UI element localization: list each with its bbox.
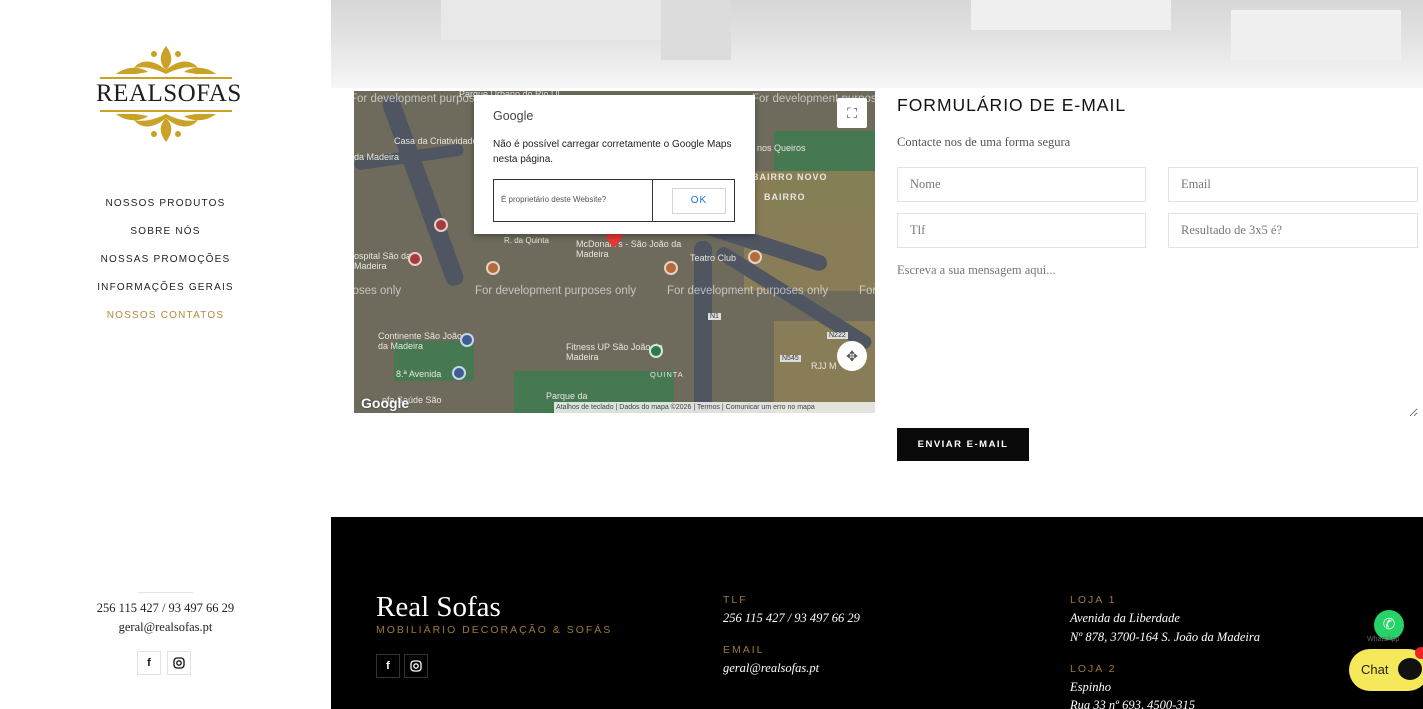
sidebar-phone[interactable]: 256 115 427 / 93 497 66 29 — [0, 601, 331, 616]
map-road-sign: N222 — [827, 332, 848, 339]
nav-item-about[interactable]: SOBRE NÓS — [0, 224, 331, 252]
map-label: BAIRRO NOVO — [752, 172, 828, 182]
map-camera-control-icon[interactable]: ✥ — [837, 341, 867, 371]
google-logo: Google — [361, 395, 410, 411]
map-label: R. da Quinta — [504, 236, 549, 245]
footer-email-label: EMAIL — [723, 644, 765, 656]
send-email-button[interactable]: ENVIAR E-MAIL — [897, 428, 1029, 461]
sidebar: REALSOFAS NOSSOS PRODUTOS SOBRE NÓS NOSS… — [0, 0, 331, 709]
email-field[interactable] — [1168, 167, 1418, 202]
facebook-icon[interactable]: f — [137, 651, 161, 675]
footer-tlf-label: TLF — [723, 594, 748, 606]
form-subtitle: Contacte nos de uma forma segura — [897, 135, 1071, 149]
map-label: ospital São da Madeira — [354, 251, 412, 271]
instagram-icon[interactable] — [404, 654, 428, 678]
map-label: Parque da — [546, 391, 588, 401]
nav-item-products[interactable]: NOSSOS PRODUTOS — [0, 196, 331, 224]
nav-item-promotions[interactable]: NOSSAS PROMOÇÕES — [0, 252, 331, 280]
facebook-icon[interactable]: f — [376, 654, 400, 678]
map-poi-icon[interactable] — [408, 252, 422, 266]
map-label: McDonald's - São João da Madeira — [576, 239, 682, 259]
hero-image — [331, 0, 1423, 88]
map-label: Teatro Club — [690, 253, 737, 263]
logo-text: REALSOFAS — [96, 80, 242, 107]
hero-shape — [661, 0, 731, 60]
hero-shape — [1231, 10, 1401, 60]
whatsapp-label: WhatsApp — [1367, 636, 1400, 643]
main-nav: NOSSOS PRODUTOS SOBRE NÓS NOSSAS PROMOÇÕ… — [0, 196, 331, 336]
map-road-sign: N545 — [780, 355, 801, 362]
footer-store1-line2: Nº 878, 3700-164 S. João da Madeira — [1070, 630, 1260, 644]
chat-label: Chat — [1361, 662, 1389, 677]
footer-brand: Real Sofas — [376, 591, 501, 623]
instagram-icon[interactable] — [167, 651, 191, 675]
footer-store2-line2: Rua 33 nº 693, 4500-315 — [1070, 698, 1196, 709]
map-label: nos Queiros — [757, 143, 806, 153]
map-dev-watermark: For development purposes only — [475, 285, 637, 297]
logo-line-bottom — [100, 110, 232, 112]
chat-bubble-icon — [1398, 658, 1422, 680]
map-poi-icon[interactable] — [434, 218, 448, 232]
map-label: da Madeira — [354, 152, 400, 162]
restaurant-poi-icon[interactable] — [664, 261, 678, 275]
map-road-sign: N1 — [708, 313, 721, 320]
dialog-divider — [652, 180, 653, 221]
nav-item-contacts[interactable]: NOSSOS CONTATOS — [0, 308, 331, 336]
map-dev-watermark: For development purposes only — [859, 285, 875, 297]
dialog-message: Não é possível carregar corretamente o G… — [493, 139, 732, 165]
map-label: RJJ M — [811, 361, 837, 371]
map-attribution[interactable]: Atalhos de teclado | Dados do mapa ©2026… — [554, 402, 875, 413]
dialog-ok-button[interactable]: OK — [672, 188, 726, 214]
form-title: FORMULÁRIO DE E-MAIL — [897, 95, 1127, 115]
footer-store2-label: LOJA 2 — [1070, 663, 1117, 675]
map-dev-watermark: For development purposes only — [667, 285, 829, 297]
footer-email-value[interactable]: geral@realsofas.pt — [723, 661, 819, 676]
dialog-owner-question[interactable]: É proprietário deste Website? — [501, 195, 606, 204]
map-label: 8.ª Avenida — [396, 369, 442, 379]
maps-error-dialog: Google Não é possível carregar corretame… — [474, 95, 755, 234]
map-label: BAIRRO — [764, 192, 806, 202]
map-label: Continente São João da Madeira — [378, 331, 463, 351]
restaurant-poi-icon[interactable] — [486, 261, 500, 275]
footer-tlf-value[interactable]: 256 115 427 / 93 497 66 29 — [723, 611, 860, 626]
dialog-action-box: É proprietário deste Website? OK — [493, 179, 735, 222]
phone-field[interactable] — [897, 213, 1146, 248]
dialog-title: Google — [493, 109, 534, 123]
map-label: Casa da Criatividade — [394, 136, 478, 146]
map-label: QUINTA — [650, 370, 684, 379]
shop-poi-icon[interactable] — [460, 333, 474, 347]
theater-poi-icon[interactable] — [748, 250, 762, 264]
footer-tagline: MOBILIÁRIO DECORAÇÃO & SOFÁS — [376, 624, 613, 636]
footer-store1-line1: Avenida da Liberdade — [1070, 611, 1180, 625]
footer-store1-label: LOJA 1 — [1070, 594, 1117, 606]
name-field[interactable] — [897, 167, 1146, 202]
logo[interactable]: REALSOFAS — [96, 44, 242, 144]
logo-line-top — [100, 77, 232, 79]
fullscreen-icon[interactable]: ⛶ — [837, 98, 867, 128]
chat-widget-button[interactable]: Chat — [1349, 647, 1423, 691]
map-dev-watermark: For development purposes only — [354, 285, 402, 297]
notification-badge — [1415, 647, 1423, 659]
map-road — [694, 241, 712, 411]
shop-poi-icon[interactable] — [452, 366, 466, 380]
message-field[interactable] — [897, 257, 1418, 417]
nav-item-info[interactable]: INFORMAÇÕES GERAIS — [0, 280, 331, 308]
footer: Real Sofas MOBILIÁRIO DECORAÇÃO & SOFÁS … — [331, 517, 1423, 709]
sidebar-email[interactable]: geral@realsofas.pt — [0, 620, 331, 635]
footer-store2-line1: Espinho — [1070, 680, 1111, 694]
gym-poi-icon[interactable] — [649, 344, 663, 358]
captcha-field[interactable] — [1168, 213, 1418, 248]
hero-shape — [971, 0, 1171, 30]
sidebar-divider — [138, 592, 193, 593]
